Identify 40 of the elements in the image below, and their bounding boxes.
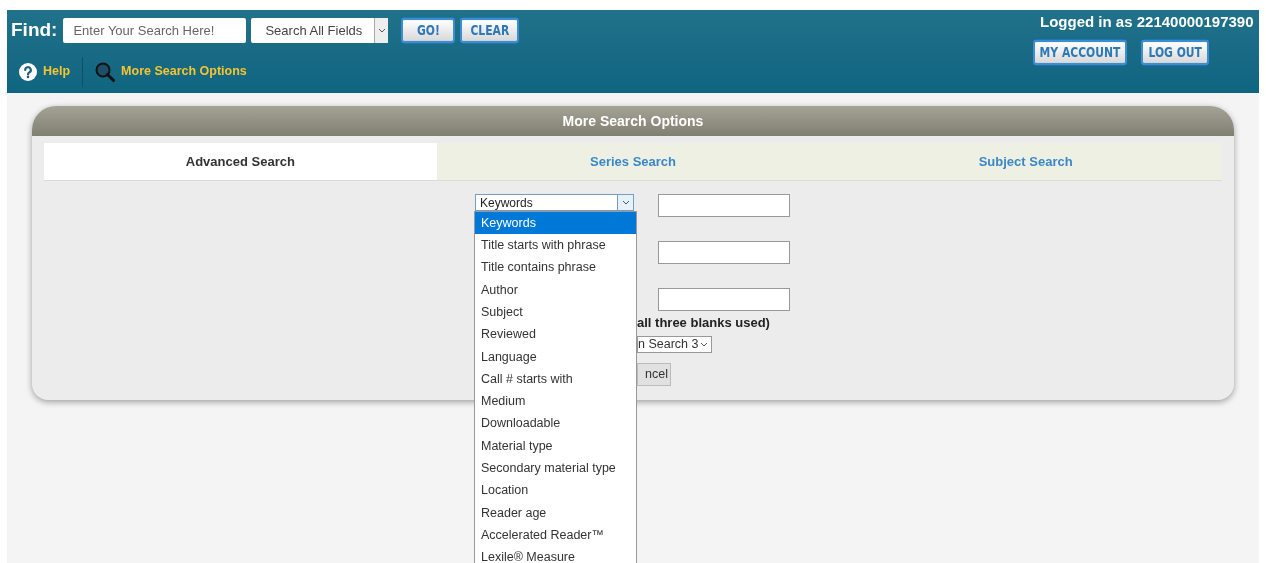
dropdown-option[interactable]: Secondary material type [475, 457, 636, 480]
field-select[interactable]: Search All Fields [251, 17, 389, 43]
search-field[interactable]: Enter Your Search Here! [63, 17, 247, 43]
caret-icon [700, 341, 708, 347]
dropdown-option[interactable]: Reader age [475, 501, 636, 525]
my-account-button[interactable]: MY ACCOUNT [1032, 39, 1128, 65]
field-select[interactable]: Keywords [475, 194, 634, 211]
sort-select[interactable]: n Search 3 [637, 335, 712, 353]
caret-icon [377, 27, 386, 33]
dropdown-option[interactable]: Keywords [475, 212, 636, 235]
more-search-options-link[interactable]: More Search Options [83, 56, 259, 87]
find-label: Find: [11, 18, 58, 42]
caret-icon [621, 200, 630, 205]
dropdown-option[interactable]: Subject [475, 301, 636, 324]
help-icon [19, 62, 37, 81]
search-term-field[interactable] [658, 288, 790, 311]
help-link[interactable]: Help [7, 56, 84, 87]
panel-title: More Search Options [32, 106, 1234, 136]
cancel-button[interactable]: ncel [637, 362, 671, 386]
dropdown-option[interactable]: Accelerated Reader™ [475, 524, 636, 547]
dropdown-option[interactable]: Author [475, 278, 636, 302]
dropdown-option[interactable]: Downloadable [475, 412, 636, 435]
dropdown-option[interactable]: Language [475, 345, 636, 369]
dropdown-option[interactable]: Lexile® Measure [475, 546, 636, 563]
go-button[interactable]: GO! [401, 17, 456, 43]
dropdown-option[interactable]: Medium [475, 390, 636, 413]
note-text: all three blanks used) [637, 314, 771, 332]
dropdown-option[interactable]: Location [475, 479, 636, 502]
dropdown-option[interactable]: Material type [475, 434, 636, 458]
search-term-field[interactable] [658, 241, 790, 264]
search-icon [95, 61, 116, 82]
dropdown-option[interactable]: Reviewed [475, 323, 636, 346]
search-term-field[interactable] [658, 194, 790, 217]
login-status: Logged in as 22140000197390 [1040, 12, 1254, 32]
dropdown-option[interactable]: Call # starts with [475, 368, 636, 391]
dropdown-option[interactable]: Title contains phrase [475, 256, 636, 279]
dropdown-option[interactable]: Title starts with phrase [475, 234, 636, 257]
tab[interactable]: Advanced Search [44, 143, 437, 180]
log-out-button[interactable]: LOG OUT [1141, 39, 1209, 65]
clear-button[interactable]: CLEAR [460, 17, 520, 43]
